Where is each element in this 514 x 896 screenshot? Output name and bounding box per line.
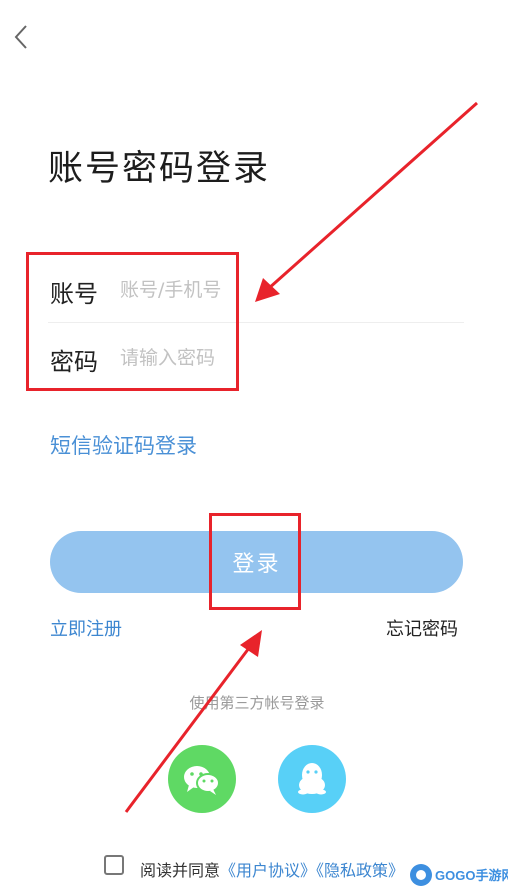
sms-login-link[interactable]: 短信验证码登录 [50, 430, 197, 460]
annotation-box-login [209, 513, 301, 610]
register-link[interactable]: 立即注册 [50, 615, 122, 641]
wechat-login-button[interactable] [168, 745, 236, 813]
annotation-box-credentials [26, 252, 239, 391]
privacy-policy-link[interactable]: 《隐私政策》 [316, 861, 404, 880]
chevron-left-icon [14, 25, 27, 49]
agreement-checkbox[interactable] [104, 855, 124, 875]
page-title: 账号密码登录 [48, 149, 271, 189]
qq-login-button[interactable] [278, 745, 346, 813]
gogo-watermark-logo: GOGO手游网 [408, 860, 514, 890]
agreement-prefix: 阅读并同意 [140, 861, 221, 880]
svg-text:GOGO手游网: GOGO手游网 [435, 868, 508, 883]
qq-icon [298, 763, 326, 795]
wechat-icon [184, 766, 220, 795]
forgot-password-link[interactable]: 忘记密码 [386, 615, 458, 641]
gogo-logo-icon: GOGO手游网 [410, 864, 514, 886]
third-party-login-label: 使用第三方帐号登录 [189, 694, 325, 712]
user-agreement-link[interactable]: 《用户协议》 [220, 861, 316, 880]
agreement-text: 阅读并同意《用户协议》《隐私政策》 [140, 857, 404, 881]
back-button[interactable] [8, 20, 36, 54]
annotation-arrow-top [255, 101, 478, 302]
